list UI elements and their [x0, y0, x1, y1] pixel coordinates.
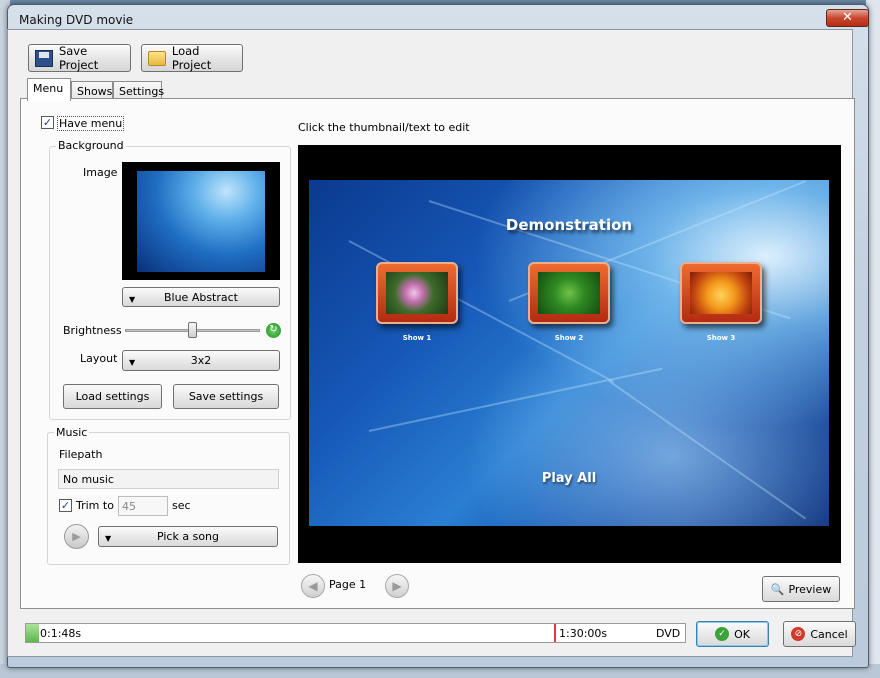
layout-dropdown[interactable]: ▼ 3x2: [122, 350, 280, 371]
trim-label: Trim to: [76, 499, 114, 512]
image-label: Image: [83, 166, 118, 179]
folder-icon: [148, 50, 166, 66]
background-image: [137, 171, 265, 272]
bg-streak: [368, 367, 663, 432]
load-project-label: Load Project: [171, 44, 212, 72]
load-project-button[interactable]: Load Project: [141, 44, 243, 72]
dropdown-arrow-icon: ▼: [105, 534, 112, 543]
instruction-text: Click the thumbnail/text to edit: [298, 121, 470, 134]
close-icon: ✕: [842, 10, 853, 25]
ok-button[interactable]: ✓ OK: [696, 621, 769, 647]
have-menu-label: Have menu: [57, 116, 125, 131]
show-caption-2[interactable]: Show 2: [528, 334, 610, 342]
menu-background[interactable]: Demonstration Show 1 Show 2 Show 3 Play …: [309, 180, 829, 526]
pick-song-label: Pick a song: [156, 530, 219, 543]
reset-brightness-icon[interactable]: ↻: [266, 323, 281, 338]
background-image-value: Blue Abstract: [163, 290, 238, 304]
pick-song-dropdown[interactable]: ▼ Pick a song: [98, 526, 278, 547]
elapsed-time: 0:1:48s: [40, 627, 82, 640]
check-icon: ✓: [715, 627, 730, 641]
save-project-button[interactable]: Save Project: [28, 44, 131, 72]
trim-checkbox[interactable]: ✓: [59, 499, 72, 512]
menu-preview: Demonstration Show 1 Show 2 Show 3 Play …: [298, 145, 841, 563]
background-thumbnail[interactable]: [122, 162, 280, 280]
ok-label: OK: [734, 627, 750, 641]
capacity-bar: 0:1:48s 1:30:00s DVD: [25, 623, 686, 643]
window-title: Making DVD movie: [19, 13, 134, 27]
bg-streak: [608, 380, 807, 520]
show-2-picture: [538, 272, 600, 314]
next-page-icon[interactable]: ▶: [385, 574, 409, 598]
preview-label: Preview: [788, 582, 832, 596]
limit-marker: [554, 624, 556, 642]
tab-menu[interactable]: Menu: [27, 78, 71, 101]
format-label: DVD: [656, 627, 681, 640]
show-1-picture: [386, 272, 448, 314]
preview-button[interactable]: 🔍 Preview: [762, 576, 840, 602]
magnifier-icon: 🔍: [770, 582, 785, 596]
close-button[interactable]: ✕: [826, 9, 869, 27]
layout-label: Layout: [80, 352, 118, 365]
previous-page-icon[interactable]: ◀: [301, 574, 325, 598]
dropdown-arrow-icon: ▼: [129, 295, 136, 304]
show-3-picture: [690, 272, 752, 314]
page-label: Page 1: [329, 578, 367, 591]
show-thumbnail-3[interactable]: [680, 262, 762, 324]
have-menu-checkbox[interactable]: ✓: [41, 116, 54, 129]
brightness-slider-thumb[interactable]: [188, 322, 197, 338]
brightness-label: Brightness: [63, 324, 122, 337]
load-settings-button[interactable]: Load settings: [63, 384, 162, 409]
save-settings-button[interactable]: Save settings: [173, 384, 279, 409]
show-caption-3[interactable]: Show 3: [680, 334, 762, 342]
background-group-label: Background: [56, 139, 126, 152]
layout-value: 3x2: [190, 354, 212, 367]
play-all-text[interactable]: Play All: [309, 471, 829, 486]
show-thumbnail-2[interactable]: [528, 262, 610, 324]
background-image-dropdown[interactable]: ▼ Blue Abstract: [122, 287, 280, 307]
trim-unit: sec: [172, 499, 191, 512]
show-thumbnail-1[interactable]: [376, 262, 458, 324]
floppy-icon: [35, 49, 53, 67]
dropdown-arrow-icon: ▼: [129, 358, 136, 367]
cancel-label: Cancel: [810, 627, 848, 641]
title-bar[interactable]: Making DVD movie ✕: [8, 5, 869, 31]
trim-seconds-input[interactable]: 45: [118, 496, 168, 516]
menu-title[interactable]: Demonstration: [309, 216, 829, 234]
filepath-field: No music: [58, 469, 279, 489]
show-caption-1[interactable]: Show 1: [376, 334, 458, 342]
filepath-label: Filepath: [59, 448, 103, 461]
cancel-button[interactable]: ⊘ Cancel: [783, 621, 856, 647]
music-group-label: Music: [54, 426, 90, 439]
play-icon[interactable]: ▶: [64, 524, 89, 549]
limit-time: 1:30:00s: [559, 627, 608, 640]
cancel-icon: ⊘: [791, 627, 806, 641]
save-project-label: Save Project: [58, 44, 99, 72]
capacity-fill: [26, 624, 40, 642]
